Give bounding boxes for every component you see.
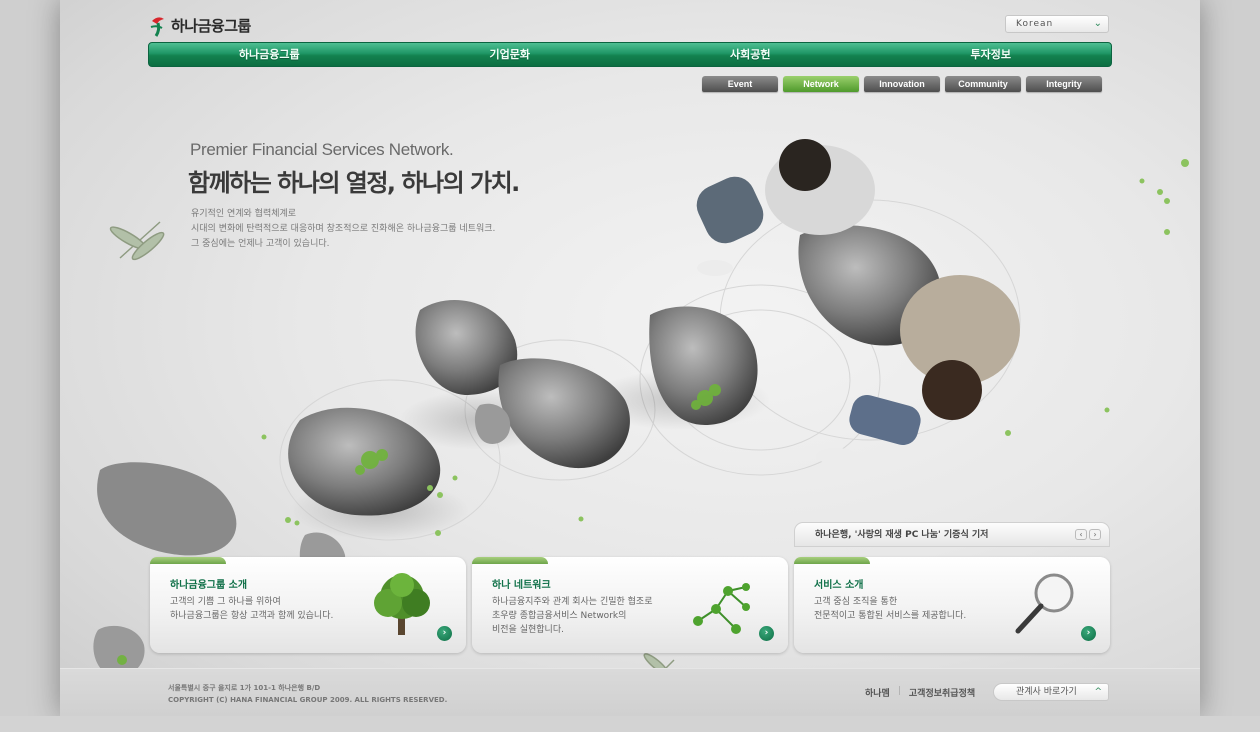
card-line: 비전을 실현합니다. [492,625,564,635]
hana-logo[interactable]: 하나금융그룹 [148,12,251,38]
card-title: 서비스 소개 [814,580,864,591]
hero-subtitle: Premier Financial Services Network. [190,140,454,159]
hero-title: 함께하는 하나의 열정, 하나의 가치. [188,169,520,197]
nav-item-group[interactable]: 하나금융그룹 [149,43,390,66]
ticker-arrows: ‹ › [1075,529,1101,540]
news-ticker[interactable]: 하나은행, '사랑의 재생 PC 나눔' 기증식 기저 ‹ › [794,522,1110,547]
page-bottom-strip [0,716,1260,732]
card-line: 하나금융그룹은 항상 고객과 함께 있습니다. [170,611,334,621]
hana-leaf-icon [148,13,168,37]
next-arrow-icon[interactable]: › [1089,529,1101,540]
tab-integrity[interactable]: Integrity [1026,76,1102,92]
chevron-up-icon: ^ [1094,687,1102,697]
tab-network[interactable]: Network [783,76,859,92]
nav-item-social[interactable]: 사회공헌 [630,43,871,66]
footer-address-block: 서울특별시 중구 을지로 1가 101-1 하나은행 B/D COPYRIGHT… [168,682,447,706]
affiliate-shortcut-label: 관계사 바로가기 [1016,687,1077,697]
tab-innovation[interactable]: Innovation [864,76,940,92]
logo-text: 하나금융그룹 [171,17,251,35]
hero-body-line: 시대의 변화에 탄력적으로 대응하며 창조적으로 진화해온 하나금융그룹 네트워… [191,224,496,234]
tab-event[interactable]: Event [702,76,778,92]
card-line: 고객의 기쁨 그 하나를 위하여 [170,597,281,607]
hero-body-line: 그 중심에는 언제나 고객이 있습니다. [191,239,330,249]
footer: 서울특별시 중구 을지로 1가 101-1 하나은행 B/D COPYRIGHT… [60,668,1200,716]
prev-arrow-icon[interactable]: ‹ [1075,529,1087,540]
footer-link-separator: | [897,686,901,696]
sub-tabs: Event Network Innovation Community Integ… [702,76,1102,92]
card-line: 하나금융지주와 관계 회사는 긴밀한 협조로 [492,597,653,607]
page-frame: 하나금융그룹 Korean ⌄ 하나금융그룹 기업문화 사회공헌 투자정보 Ev… [60,0,1200,716]
footer-links: 하나멤 | 고객정보취급정책 [865,686,975,699]
card-tab-accent [472,557,548,564]
network-molecule-icon [693,583,750,634]
footer-copyright: COPYRIGHT (C) HANA FINANCIAL GROUP 2009.… [168,696,448,704]
hero-body: 유기적인 연계와 협력체계로 시대의 변화에 탄력적으로 대응하며 창조적으로 … [191,207,495,252]
card-go-button[interactable]: › [437,626,452,641]
chevron-down-icon: ⌄ [1093,18,1103,29]
nav-item-culture[interactable]: 기업문화 [390,43,631,66]
card-service-intro[interactable]: 서비스 소개 고객 중심 조직을 통한 전문적이고 통합된 서비스를 제공합니다… [794,557,1110,653]
language-selected-value: Korean [1016,19,1054,29]
card-line: 고객 중심 조직을 통한 [814,597,898,607]
nav-item-investor[interactable]: 투자정보 [871,43,1112,66]
card-line: 초우량 종합금융서비스 Network의 [492,611,627,621]
card-title: 하나 네트워크 [492,580,551,591]
card-go-button[interactable]: › [1081,626,1096,641]
card-tab-accent [150,557,226,564]
news-ticker-text[interactable]: 하나은행, '사랑의 재생 PC 나눔' 기증식 기저 [815,530,988,540]
card-line: 전문적이고 통합된 서비스를 제공합니다. [814,611,967,621]
magnifier-icon [1015,573,1074,634]
card-group-intro[interactable]: 하나금융그룹 소개 고객의 기쁨 그 하나를 위하여 하나금융그룹은 항상 고객… [150,557,466,653]
hero-body-line: 유기적인 연계와 협력체계로 [191,209,297,219]
affiliate-shortcut-select[interactable]: 관계사 바로가기 ^ [993,683,1109,701]
card-go-button[interactable]: › [759,626,774,641]
card-tab-accent [794,557,870,564]
footer-address: 서울특별시 중구 을지로 1가 101-1 하나은행 B/D [168,684,321,692]
language-select[interactable]: Korean ⌄ [1005,15,1109,33]
card-description: 하나금융지주와 관계 회사는 긴밀한 협조로 초우량 종합금융서비스 Netwo… [492,595,653,637]
card-description: 고객의 기쁨 그 하나를 위하여 하나금융그룹은 항상 고객과 함께 있습니다. [170,595,333,623]
tree-icon [374,573,430,635]
card-title: 하나금융그룹 소개 [170,580,248,591]
card-hana-network[interactable]: 하나 네트워크 하나금융지주와 관계 회사는 긴밀한 협조로 초우량 종합금융서… [472,557,788,653]
card-description: 고객 중심 조직을 통한 전문적이고 통합된 서비스를 제공합니다. [814,595,966,623]
footer-link-hanamem[interactable]: 하나멤 [865,686,890,699]
footer-link-privacy[interactable]: 고객정보취급정책 [909,686,975,699]
main-navigation: 하나금융그룹 기업문화 사회공헌 투자정보 [148,42,1112,67]
tab-community[interactable]: Community [945,76,1021,92]
